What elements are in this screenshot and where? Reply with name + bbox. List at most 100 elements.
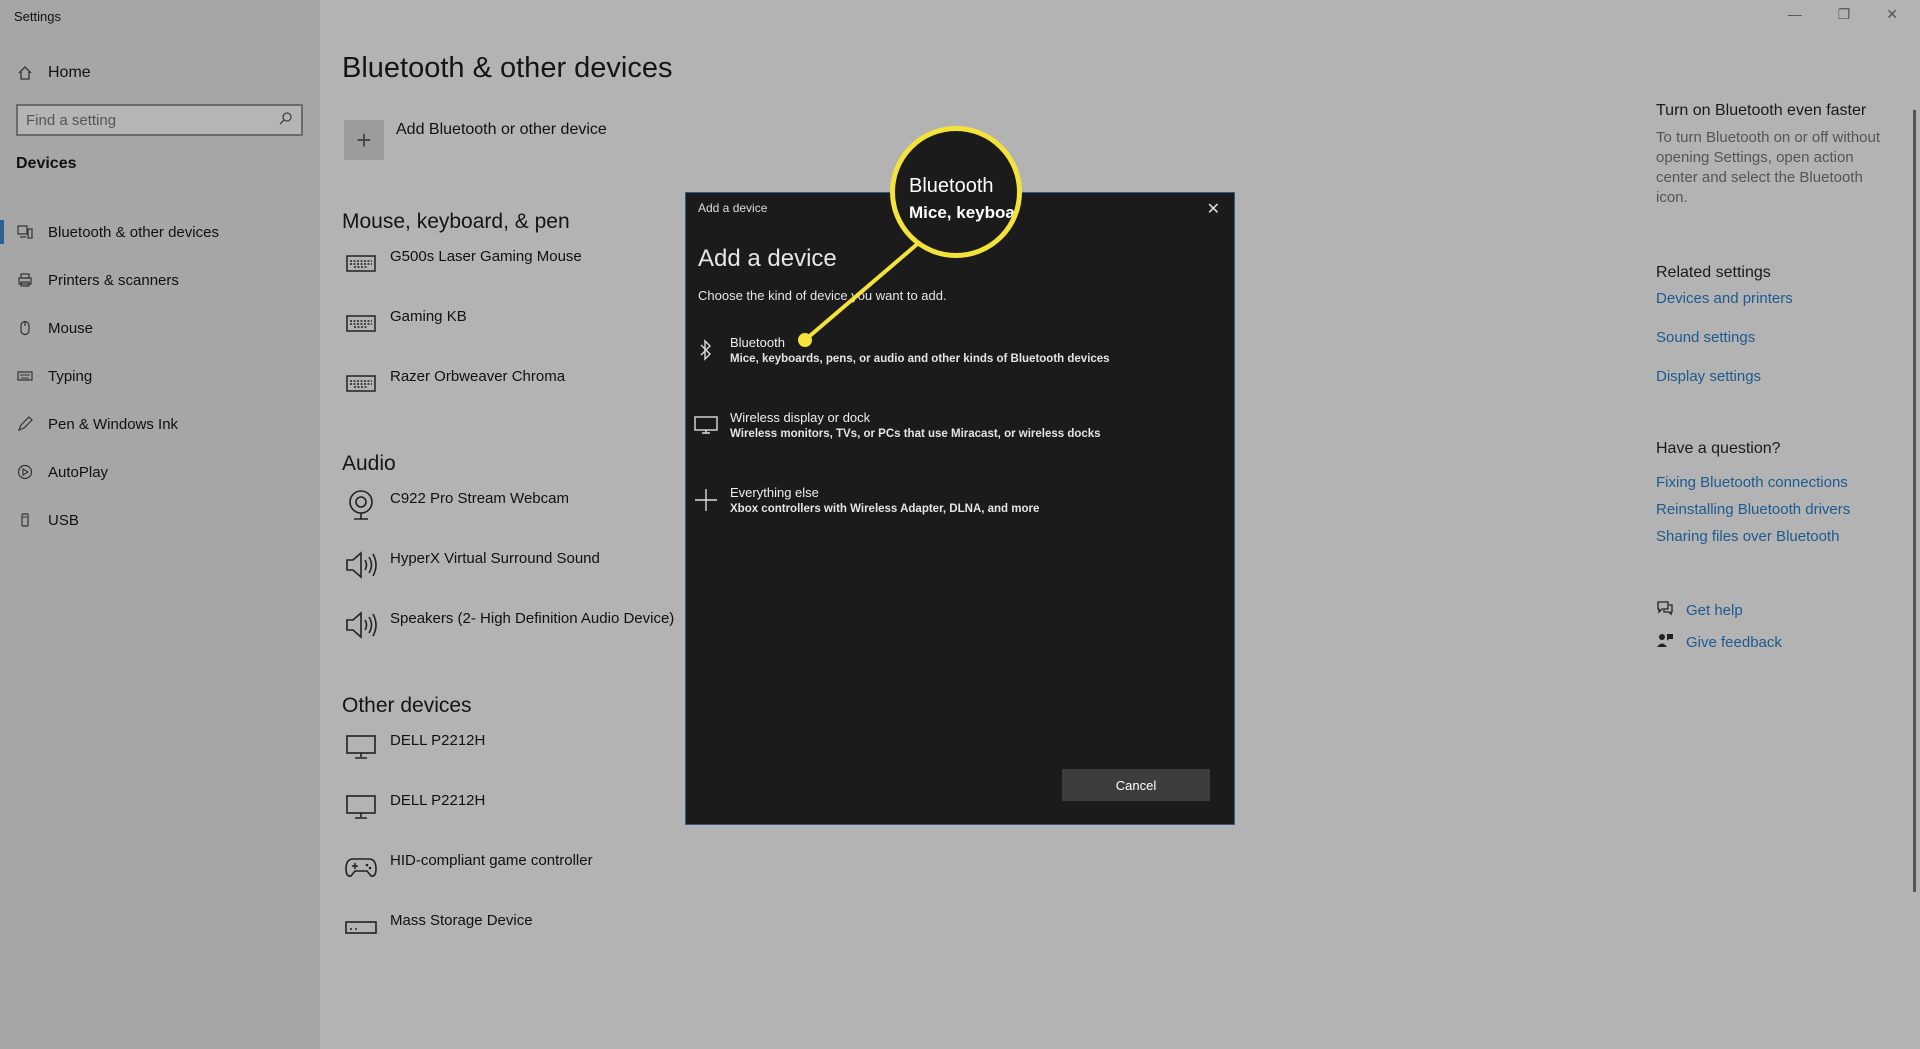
callout-magnifier: Bluetooth Mice, keyboa xyxy=(890,126,1022,258)
bluetooth-icon xyxy=(694,335,718,365)
link-display-settings[interactable]: Display settings xyxy=(1656,368,1896,385)
device-item[interactable]: Speakers (2- High Definition Audio Devic… xyxy=(344,608,674,642)
add-device-dialog: Add a device ✕ Add a device Choose the k… xyxy=(685,192,1235,825)
keyboard-icon xyxy=(344,306,378,340)
dialog-heading: Add a device xyxy=(698,245,837,272)
minimize-button[interactable]: — xyxy=(1788,6,1802,23)
pen-icon xyxy=(16,415,34,433)
sidebar-nav: Bluetooth & other devices Printers & sca… xyxy=(0,208,320,544)
group-title-audio: Audio xyxy=(342,452,396,475)
sidebar-item-label: Mouse xyxy=(48,319,94,337)
device-item[interactable]: HID-compliant game controller xyxy=(344,850,593,884)
device-name: Gaming KB xyxy=(390,308,467,325)
monitor-icon xyxy=(344,730,378,764)
dialog-close-button[interactable]: ✕ xyxy=(1207,199,1220,219)
dialog-subtitle: Choose the kind of device you want to ad… xyxy=(698,288,947,303)
search-icon[interactable] xyxy=(279,111,293,130)
device-name: C922 Pro Stream Webcam xyxy=(390,490,569,507)
usb-icon xyxy=(16,511,34,529)
keyboard-icon xyxy=(344,366,378,400)
get-help-label[interactable]: Get help xyxy=(1686,602,1743,619)
device-item[interactable]: Gaming KB xyxy=(344,306,467,340)
give-feedback-label[interactable]: Give feedback xyxy=(1686,634,1782,651)
storage-icon xyxy=(344,910,378,944)
sidebar-item-typing[interactable]: Typing xyxy=(0,352,320,400)
gamepad-icon xyxy=(344,850,378,884)
home-icon xyxy=(16,64,34,82)
search-input[interactable]: Find a setting xyxy=(16,104,303,136)
cancel-button[interactable]: Cancel xyxy=(1062,769,1210,801)
device-name: DELL P2212H xyxy=(390,792,486,809)
keyboard-icon xyxy=(16,367,34,385)
question-title: Have a question? xyxy=(1656,440,1781,457)
monitor-icon xyxy=(694,410,718,440)
group-title-other: Other devices xyxy=(342,694,472,717)
link-sound-settings[interactable]: Sound settings xyxy=(1656,329,1896,346)
mouse-icon xyxy=(16,319,34,337)
help-icon xyxy=(1656,600,1674,620)
option-bluetooth[interactable]: Bluetooth Mice, keyboards, pens, or audi… xyxy=(694,335,1214,365)
get-help-link[interactable]: Get help xyxy=(1656,600,1896,620)
device-item[interactable]: Razer Orbweaver Chroma xyxy=(344,366,565,400)
sidebar-item-label: USB xyxy=(48,511,79,529)
link-reinstalling-drivers[interactable]: Reinstalling Bluetooth drivers xyxy=(1656,501,1896,518)
option-desc: Wireless monitors, TVs, or PCs that use … xyxy=(730,428,1101,440)
help-section: Get help Give feedback xyxy=(1656,600,1896,652)
sidebar-section-title: Devices xyxy=(16,155,77,172)
give-feedback-link[interactable]: Give feedback xyxy=(1656,632,1896,652)
device-item[interactable]: HyperX Virtual Surround Sound xyxy=(344,548,600,582)
close-button[interactable]: ✕ xyxy=(1886,6,1898,23)
sidebar-item-label: Typing xyxy=(48,367,93,385)
link-devices-printers[interactable]: Devices and printers xyxy=(1656,290,1896,307)
sidebar-item-pen[interactable]: Pen & Windows Ink xyxy=(0,400,320,448)
related-title: Related settings xyxy=(1656,264,1771,281)
tip-text: To turn Bluetooth on or off without open… xyxy=(1656,129,1881,206)
plus-icon xyxy=(694,485,718,515)
device-name: Speakers (2- High Definition Audio Devic… xyxy=(390,610,675,627)
webcam-icon xyxy=(344,488,378,522)
monitor-icon xyxy=(344,790,378,824)
sidebar-item-mouse[interactable]: Mouse xyxy=(0,304,320,352)
callout-line1: Bluetooth xyxy=(909,175,994,197)
option-everything-else[interactable]: Everything else Xbox controllers with Wi… xyxy=(694,485,1214,515)
sidebar-home-label: Home xyxy=(48,64,91,81)
bluetooth-devices-icon xyxy=(16,223,34,241)
option-desc: Mice, keyboards, pens, or audio and othe… xyxy=(730,353,1110,365)
sidebar-item-label: Pen & Windows Ink xyxy=(48,415,179,433)
search-placeholder: Find a setting xyxy=(26,111,117,129)
printer-icon xyxy=(16,271,34,289)
keyboard-icon xyxy=(344,246,378,280)
add-device-button[interactable]: + Add Bluetooth or other device xyxy=(344,120,607,160)
device-item[interactable]: Mass Storage Device xyxy=(344,910,533,944)
sidebar-item-bluetooth[interactable]: Bluetooth & other devices xyxy=(0,208,320,256)
feedback-icon xyxy=(1656,632,1674,652)
device-item[interactable]: G500s Laser Gaming Mouse xyxy=(344,246,582,280)
sidebar-item-autoplay[interactable]: AutoPlay xyxy=(0,448,320,496)
sidebar: Settings Home Find a setting Devices Blu… xyxy=(0,0,320,1049)
related-settings: Related settings Devices and printers So… xyxy=(1656,264,1896,385)
option-wireless-display[interactable]: Wireless display or dock Wireless monito… xyxy=(694,410,1214,440)
device-item[interactable]: DELL P2212H xyxy=(344,790,485,824)
device-name: G500s Laser Gaming Mouse xyxy=(390,248,582,265)
add-device-label: Add Bluetooth or other device xyxy=(396,121,607,138)
tip-title: Turn on Bluetooth even faster xyxy=(1656,102,1867,119)
callout-line2: Mice, keyboa xyxy=(909,203,1015,222)
sidebar-item-usb[interactable]: USB xyxy=(0,496,320,544)
device-item[interactable]: DELL P2212H xyxy=(344,730,485,764)
maximize-button[interactable]: ❐ xyxy=(1838,6,1851,23)
sidebar-item-printers[interactable]: Printers & scanners xyxy=(0,256,320,304)
link-fixing-bluetooth[interactable]: Fixing Bluetooth connections xyxy=(1656,474,1896,491)
sidebar-item-label: Printers & scanners xyxy=(48,271,179,289)
dialog-title: Add a device xyxy=(698,201,768,215)
speaker-icon xyxy=(344,548,378,582)
link-sharing-files[interactable]: Sharing files over Bluetooth xyxy=(1656,528,1896,545)
sidebar-item-label: Bluetooth & other devices xyxy=(48,223,219,241)
sidebar-home[interactable]: Home xyxy=(16,60,91,86)
device-name: HyperX Virtual Surround Sound xyxy=(390,550,600,567)
plus-icon: + xyxy=(344,120,384,160)
device-item[interactable]: C922 Pro Stream Webcam xyxy=(344,488,569,522)
group-title-input: Mouse, keyboard, & pen xyxy=(342,210,570,233)
device-name: Mass Storage Device xyxy=(390,912,533,929)
tip-section: Turn on Bluetooth even faster To turn Bl… xyxy=(1656,102,1896,208)
scrollbar[interactable] xyxy=(1913,110,1916,892)
